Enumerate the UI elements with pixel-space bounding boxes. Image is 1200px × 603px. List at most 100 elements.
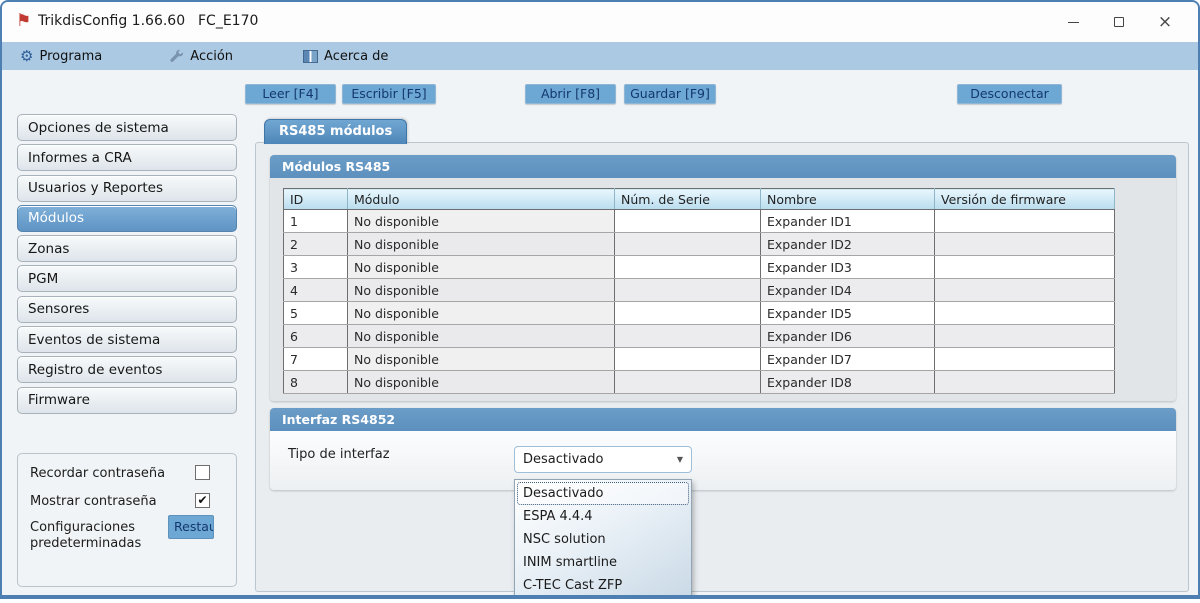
- sidebar-item-sensores[interactable]: Sensores: [17, 296, 237, 323]
- table-row: 4No disponibleExpander ID4: [284, 279, 1115, 302]
- default-settings-label: Configuraciones predeterminadas: [30, 520, 160, 552]
- menu-bar: ⚙Programa Acción Acerca de: [2, 42, 1198, 70]
- write-button[interactable]: Escribir [F5]: [342, 84, 436, 104]
- restore-defaults-button[interactable]: Restaur.: [168, 515, 214, 539]
- module-id-cell: 8: [284, 371, 348, 394]
- app-window: ⚑ TrikdisConfig 1.66.60 FC_E170 × ⚙Progr…: [0, 0, 1200, 599]
- window-controls: ×: [1050, 2, 1188, 42]
- sidebar-item-informes-a-cra[interactable]: Informes a CRA: [17, 144, 237, 171]
- sidebar-item-opciones-de-sistema[interactable]: Opciones de sistema: [17, 114, 237, 141]
- module-name-cell[interactable]: Expander ID2: [761, 233, 935, 256]
- module-id-cell: 3: [284, 256, 348, 279]
- table-row: 2No disponible Expander ID2: [284, 233, 1115, 256]
- interface-type-value: Desactivado: [523, 452, 603, 467]
- app-logo-icon: ⚑: [16, 11, 31, 31]
- column-header-3: Nombre: [761, 189, 935, 210]
- module-status-cell: No disponible: [348, 302, 615, 325]
- module-name-cell[interactable]: Expander ID8: [761, 371, 935, 394]
- dropdown-option-espa-4-4-4[interactable]: ESPA 4.4.4: [517, 505, 689, 528]
- serial-cell: [615, 371, 761, 394]
- serial-cell: [615, 325, 761, 348]
- dropdown-option-desactivado[interactable]: Desactivado: [517, 482, 689, 505]
- module-name-cell[interactable]: Expander ID1: [761, 210, 935, 233]
- maximize-button[interactable]: [1096, 2, 1142, 42]
- show-password-checkbox[interactable]: ✔: [195, 493, 210, 508]
- firmware-cell: [935, 371, 1115, 394]
- menu-item-acción[interactable]: Acción: [160, 42, 243, 70]
- firmware-cell: [935, 256, 1115, 279]
- module-id-cell: 6: [284, 325, 348, 348]
- title-bar: ⚑ TrikdisConfig 1.66.60 FC_E170 ×: [2, 2, 1198, 42]
- module-status-cell: No disponible: [348, 233, 615, 256]
- firmware-cell: [935, 302, 1115, 325]
- minimize-button[interactable]: [1050, 2, 1096, 42]
- module-name-cell[interactable]: Expander ID4: [761, 279, 935, 302]
- module-name-cell[interactable]: Expander ID7: [761, 348, 935, 371]
- interface-type-label: Tipo de interfaz: [288, 447, 390, 462]
- column-header-1: Módulo: [348, 189, 615, 210]
- sidebar-item-pgm[interactable]: PGM: [17, 265, 237, 292]
- module-status-cell: No disponible: [348, 256, 615, 279]
- module-name-cell[interactable]: Expander ID3: [761, 256, 935, 279]
- book-icon: [303, 50, 318, 63]
- close-button[interactable]: ×: [1142, 2, 1188, 42]
- sidebar-item-usuarios-y-reportes[interactable]: Usuarios y Reportes: [17, 175, 237, 202]
- menu-item-programa[interactable]: ⚙Programa: [10, 42, 112, 70]
- table-row: 3No disponible Expander ID3: [284, 256, 1115, 279]
- firmware-cell: [935, 348, 1115, 371]
- sidebar-item-registro-de-eventos[interactable]: Registro de eventos: [17, 356, 237, 383]
- open-button[interactable]: Abrir [F8]: [525, 84, 616, 104]
- serial-cell: [615, 279, 761, 302]
- table-header-row: IDMóduloNúm. de SerieNombreVersión de fi…: [284, 189, 1115, 210]
- serial-cell: [615, 302, 761, 325]
- chevron-down-icon: ▼: [677, 447, 683, 473]
- sidebar-item-módulos[interactable]: Módulos: [17, 205, 237, 232]
- disconnect-button[interactable]: Desconectar: [957, 84, 1062, 104]
- column-header-2: Núm. de Serie: [615, 189, 761, 210]
- tab-rs485-modules[interactable]: RS485 módulos: [264, 119, 407, 144]
- sidebar-item-firmware[interactable]: Firmware: [17, 387, 237, 414]
- column-header-0: ID: [284, 189, 348, 210]
- firmware-cell: [935, 210, 1115, 233]
- window-title: TrikdisConfig 1.66.60: [38, 13, 185, 29]
- table-row: 1No disponibleExpander ID1: [284, 210, 1115, 233]
- show-password-label: Mostrar contraseña: [30, 494, 157, 509]
- remember-password-label: Recordar contraseña: [30, 466, 165, 481]
- dropdown-option-c-tec-cast-zfp[interactable]: C-TEC Cast ZFP: [517, 574, 689, 597]
- read-button[interactable]: Leer [F4]: [245, 84, 336, 104]
- interface-type-select[interactable]: Desactivado ▼: [514, 446, 692, 473]
- gear-icon: ⚙: [20, 47, 33, 65]
- dropdown-option-inim-smartline[interactable]: INIM smartline: [517, 551, 689, 574]
- serial-cell: [615, 233, 761, 256]
- module-id-cell: 1: [284, 210, 348, 233]
- module-status-cell: No disponible: [348, 371, 615, 394]
- module-status-cell: No disponible: [348, 279, 615, 302]
- interface-group-title: Interfaz RS4852: [270, 408, 1176, 431]
- module-id-cell: 5: [284, 302, 348, 325]
- table-row: 6No disponible Expander ID6: [284, 325, 1115, 348]
- table-row: 5No disponible Expander ID5: [284, 302, 1115, 325]
- module-id-cell: 2: [284, 233, 348, 256]
- menu-item-acerca-de[interactable]: Acerca de: [293, 42, 398, 70]
- serial-cell: [615, 210, 761, 233]
- table-row: 8No disponible Expander ID8: [284, 371, 1115, 394]
- sidebar-item-eventos-de-sistema[interactable]: Eventos de sistema: [17, 326, 237, 353]
- remember-password-checkbox[interactable]: [195, 465, 210, 480]
- column-header-4: Versión de firmware: [935, 189, 1115, 210]
- module-name-cell[interactable]: Expander ID6: [761, 325, 935, 348]
- sidebar-item-zonas[interactable]: Zonas: [17, 235, 237, 262]
- table-row: 7No disponibleExpander ID7: [284, 348, 1115, 371]
- module-status-cell: No disponible: [348, 325, 615, 348]
- modules-group-title: Módulos RS485: [270, 155, 1176, 178]
- firmware-cell: [935, 325, 1115, 348]
- firmware-cell: [935, 233, 1115, 256]
- dropdown-option-nsc-solution[interactable]: NSC solution: [517, 528, 689, 551]
- interface-type-dropdown: DesactivadoESPA 4.4.4NSC solutionINIM sm…: [514, 479, 692, 599]
- module-name-cell[interactable]: Expander ID5: [761, 302, 935, 325]
- interface-group: Interfaz RS4852 Tipo de interfaz: [270, 408, 1176, 490]
- save-button[interactable]: Guardar [F9]: [624, 84, 716, 104]
- password-options-panel: Recordar contraseña Mostrar contraseña ✔…: [17, 453, 237, 587]
- main-content-panel: Módulos RS485 IDMóduloNúm. de SerieNombr…: [255, 142, 1189, 592]
- module-id-cell: 7: [284, 348, 348, 371]
- serial-cell: [615, 256, 761, 279]
